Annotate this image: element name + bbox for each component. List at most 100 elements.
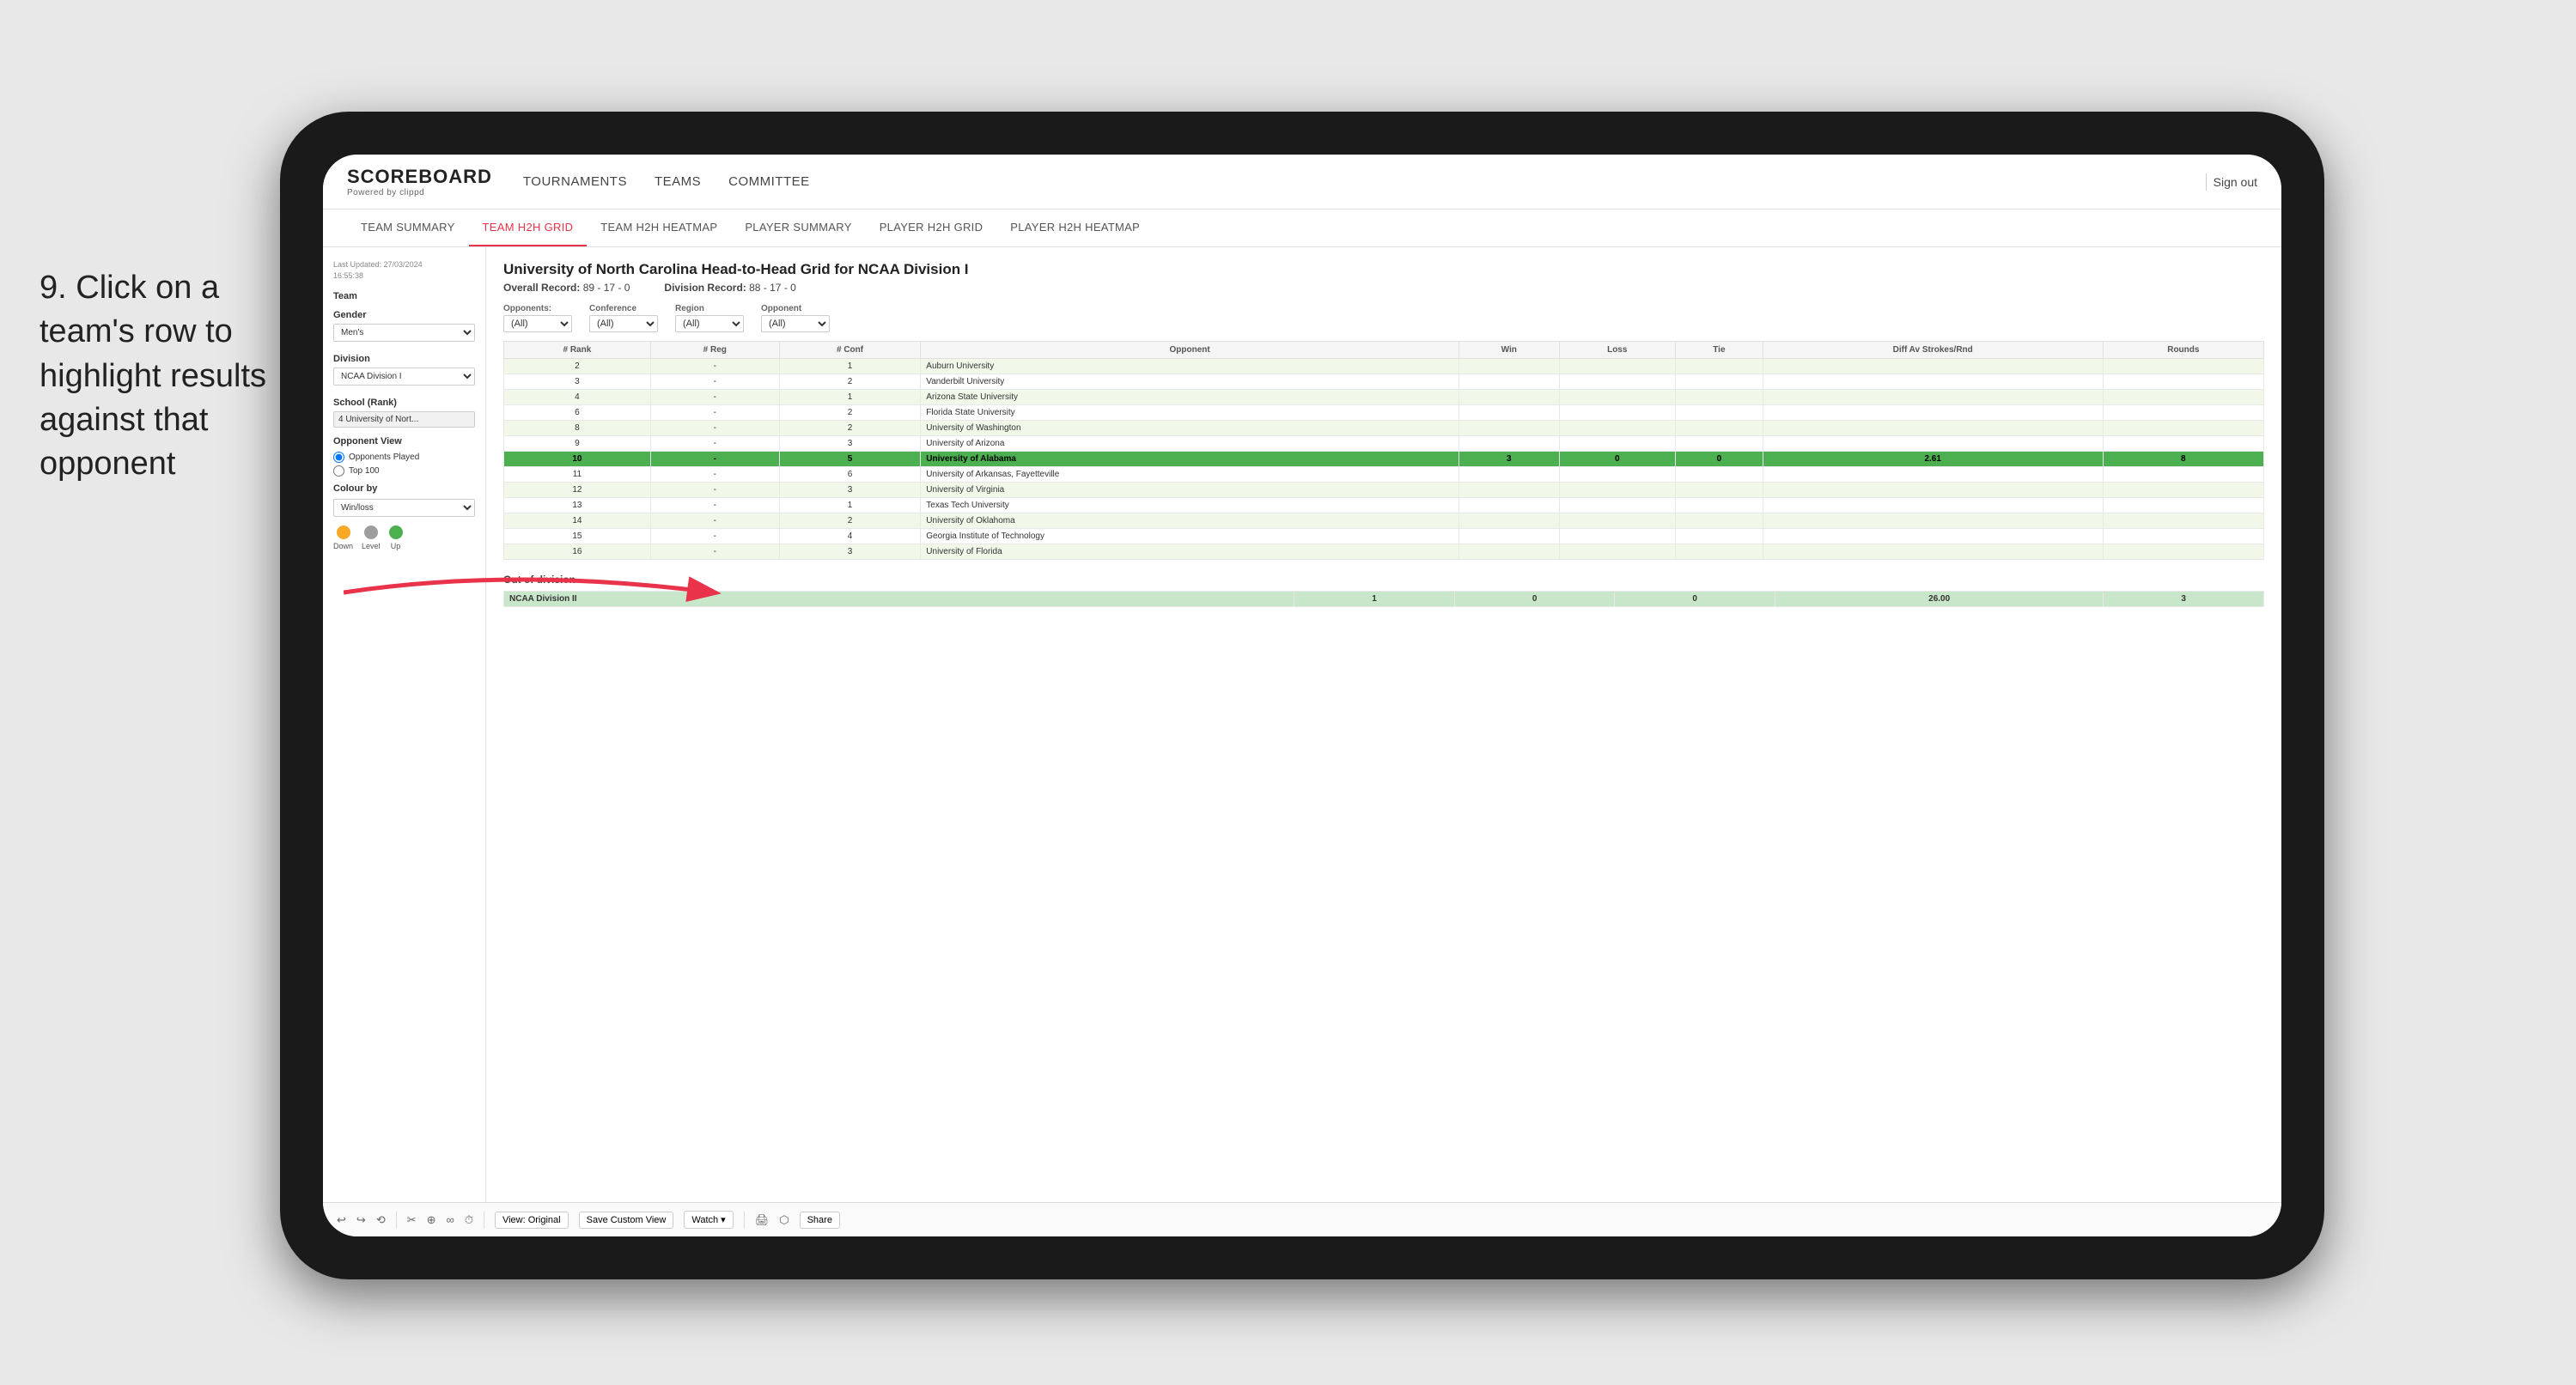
school-value: 4 University of Nort...: [333, 411, 475, 428]
legend-up-dot: [389, 525, 403, 539]
col-loss: Loss: [1559, 342, 1676, 359]
division-summary-name: NCAA Division II: [504, 592, 1294, 607]
division-summary-table: NCAA Division II 1 0 0 26.00 3: [503, 591, 2264, 607]
table-row[interactable]: 13-1Texas Tech University: [504, 498, 2264, 513]
toolbar-redo[interactable]: ↪: [356, 1213, 366, 1227]
table-row[interactable]: 8-2University of Washington: [504, 421, 2264, 436]
tab-team-summary[interactable]: TEAM SUMMARY: [347, 210, 469, 246]
region-filter-label: Region: [675, 304, 744, 313]
nav-teams[interactable]: TEAMS: [655, 171, 701, 192]
toolbar-print[interactable]: 🖨: [755, 1213, 770, 1227]
share-btn[interactable]: Share: [800, 1212, 840, 1229]
toolbar-cut[interactable]: ✂: [407, 1213, 417, 1227]
col-win: Win: [1459, 342, 1559, 359]
division-summary-tie: 0: [1615, 592, 1775, 607]
toolbar-sep-3: [744, 1212, 745, 1229]
opponents-filter-select[interactable]: (All): [503, 315, 572, 332]
watch-label: Watch ▾: [691, 1214, 725, 1225]
tab-player-h2h-grid[interactable]: PLAYER H2H GRID: [866, 210, 997, 246]
legend-level-dot: [364, 525, 378, 539]
conference-filter-label: Conference: [589, 304, 658, 313]
sidebar-gender-label: Gender: [333, 310, 475, 320]
tab-player-summary[interactable]: PLAYER SUMMARY: [731, 210, 865, 246]
conference-filter-select[interactable]: (All): [589, 315, 658, 332]
radio-top-100[interactable]: Top 100: [333, 465, 475, 477]
overall-record-value: 89 - 17 - 0: [583, 282, 630, 294]
region-filter-select[interactable]: (All): [675, 315, 744, 332]
toolbar-reset[interactable]: ⟲: [376, 1213, 386, 1227]
bottom-toolbar: ↩ ↪ ⟲ ✂ ⊕ ∞ ⏱ View: Original Save Custom…: [323, 1202, 2281, 1236]
toolbar-link[interactable]: ∞: [447, 1213, 454, 1226]
opponent-view-label: Opponent View: [333, 436, 475, 446]
logo-sub: Powered by clippd: [347, 188, 492, 197]
col-tie: Tie: [1676, 342, 1763, 359]
table-row[interactable]: 16-3University of Florida: [504, 544, 2264, 560]
logo-area: SCOREBOARD Powered by clippd: [347, 166, 492, 197]
table-row[interactable]: 10-5University of Alabama3002.618: [504, 452, 2264, 467]
table-row[interactable]: 15-4Georgia Institute of Technology: [504, 529, 2264, 544]
colour-by-label: Colour by: [333, 483, 475, 494]
toolbar-plus[interactable]: ⊕: [427, 1213, 436, 1227]
col-conf: # Conf: [779, 342, 920, 359]
toolbar-time[interactable]: ⏱: [465, 1213, 473, 1227]
tab-player-h2h-heatmap[interactable]: PLAYER H2H HEATMAP: [996, 210, 1154, 246]
nav-divider: [2206, 173, 2207, 191]
logo-scoreboard: SCOREBOARD: [347, 166, 492, 188]
opponents-filter: Opponents: (All): [503, 304, 572, 332]
watch-btn[interactable]: Watch ▾: [684, 1211, 733, 1229]
tab-team-h2h-heatmap[interactable]: TEAM H2H HEATMAP: [587, 210, 731, 246]
data-table: # Rank # Reg # Conf Opponent Win Loss Ti…: [503, 341, 2264, 560]
instruction-text: 9. Click on a team's row to highlight re…: [40, 266, 289, 486]
toolbar-grid-icon[interactable]: ⬡: [779, 1213, 789, 1227]
toolbar-undo[interactable]: ↩: [337, 1213, 346, 1227]
division-record-label: Division Record: 88 - 17 - 0: [664, 282, 795, 294]
division-summary-row[interactable]: NCAA Division II 1 0 0 26.00 3: [504, 592, 2264, 607]
col-rounds: Rounds: [2103, 342, 2263, 359]
sign-out-area: Sign out: [2206, 173, 2257, 191]
tab-team-h2h-grid[interactable]: TEAM H2H GRID: [469, 210, 588, 246]
tablet-frame: SCOREBOARD Powered by clippd TOURNAMENTS…: [280, 112, 2324, 1279]
view-original-btn[interactable]: View: Original: [495, 1212, 569, 1229]
division-select[interactable]: NCAA Division I: [333, 368, 475, 386]
col-diff: Diff Av Strokes/Rnd: [1763, 342, 2103, 359]
legend-row: Down Level Up: [333, 525, 475, 550]
table-row[interactable]: 9-3University of Arizona: [504, 436, 2264, 452]
gender-select[interactable]: Men's: [333, 324, 475, 342]
grid-title: University of North Carolina Head-to-Hea…: [503, 261, 2264, 278]
colour-by-select[interactable]: Win/loss: [333, 499, 475, 517]
radio-opponents-played[interactable]: Opponents Played: [333, 452, 475, 463]
toolbar-sep-1: [396, 1212, 397, 1229]
main-content: Last Updated: 27/03/2024 16:55:38 Team G…: [323, 247, 2281, 1202]
nav-committee[interactable]: COMMITTEE: [728, 171, 810, 192]
sign-out-link[interactable]: Sign out: [2214, 175, 2257, 189]
legend-down: Down: [333, 525, 353, 550]
legend-up: Up: [389, 525, 403, 550]
share-label: Share: [807, 1215, 832, 1225]
opponent-filter-label: Opponent: [761, 304, 830, 313]
table-row[interactable]: 4-1Arizona State University: [504, 390, 2264, 405]
table-row[interactable]: 3-2Vanderbilt University: [504, 374, 2264, 390]
grid-content: University of North Carolina Head-to-Hea…: [486, 247, 2281, 1202]
nav-tournaments[interactable]: TOURNAMENTS: [523, 171, 627, 192]
opponent-filter-select[interactable]: (All): [761, 315, 830, 332]
table-row[interactable]: 12-3University of Virginia: [504, 483, 2264, 498]
tablet-screen: SCOREBOARD Powered by clippd TOURNAMENTS…: [323, 155, 2281, 1236]
opponents-filter-label: Opponents:: [503, 304, 572, 313]
outer-wrapper: 9. Click on a team's row to highlight re…: [0, 0, 2576, 1385]
table-row[interactable]: 11-6University of Arkansas, Fayetteville: [504, 467, 2264, 483]
table-row[interactable]: 2-1Auburn University: [504, 359, 2264, 374]
table-row[interactable]: 14-2University of Oklahoma: [504, 513, 2264, 529]
top-nav: SCOREBOARD Powered by clippd TOURNAMENTS…: [323, 155, 2281, 210]
sidebar: Last Updated: 27/03/2024 16:55:38 Team G…: [323, 247, 486, 1202]
table-row[interactable]: 6-2Florida State University: [504, 405, 2264, 421]
records-row: Overall Record: 89 - 17 - 0 Division Rec…: [503, 282, 2264, 294]
division-summary-rounds: 3: [2104, 592, 2264, 607]
division-summary-diff: 26.00: [1775, 592, 2104, 607]
col-rank: # Rank: [504, 342, 651, 359]
legend-level: Level: [362, 525, 381, 550]
col-opponent: Opponent: [921, 342, 1459, 359]
legend-down-dot: [337, 525, 350, 539]
sidebar-school-label: School (Rank): [333, 398, 475, 408]
save-custom-view-btn[interactable]: Save Custom View: [579, 1212, 674, 1229]
view-original-label: View: Original: [502, 1215, 561, 1225]
